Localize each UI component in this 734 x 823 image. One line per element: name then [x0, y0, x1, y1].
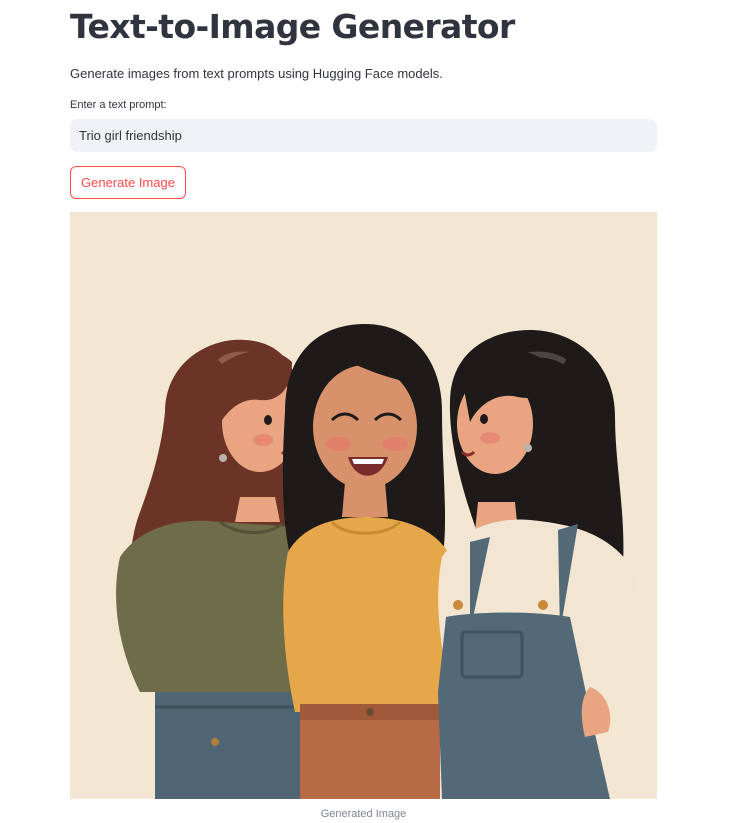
- generated-image: [70, 212, 657, 799]
- page-title: Text-to-Image Generator: [70, 7, 515, 46]
- main-content: Text-to-Image Generator Generate images …: [70, 0, 657, 199]
- prompt-input[interactable]: [70, 119, 657, 152]
- page-subtitle: Generate images from text prompts using …: [70, 66, 443, 81]
- image-caption: Generated Image: [320, 808, 407, 820]
- prompt-label: Enter a text prompt:: [70, 99, 167, 111]
- generate-image-button[interactable]: Generate Image: [70, 166, 186, 199]
